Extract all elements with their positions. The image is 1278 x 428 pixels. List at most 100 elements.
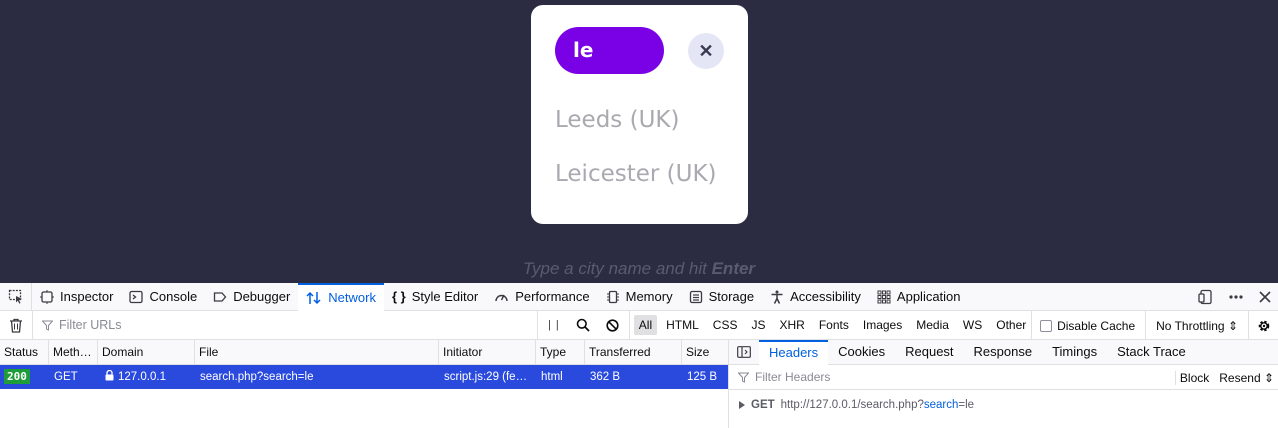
filter-all[interactable]: All	[633, 315, 658, 335]
filter-js[interactable]: JS	[746, 315, 770, 335]
tab-performance[interactable]: Performance	[486, 283, 597, 311]
tab-storage[interactable]: Storage	[681, 283, 763, 311]
devtools-panel: Inspector Console Debugger Network { } S…	[0, 282, 1278, 428]
tab-style-editor[interactable]: { } Style Editor	[384, 283, 486, 311]
toggle-sidebar-button[interactable]	[729, 346, 759, 358]
pause-icon[interactable]: | |	[548, 319, 560, 331]
search-icon[interactable]	[576, 318, 590, 332]
result-item-leicester[interactable]: Leicester (UK)	[555, 161, 717, 187]
tab-stack-trace[interactable]: Stack Trace	[1107, 340, 1196, 365]
filter-xhr[interactable]: XHR	[775, 315, 810, 335]
tab-style-editor-label: Style Editor	[411, 289, 479, 304]
column-domain[interactable]: Domain	[98, 340, 195, 365]
gear-icon	[1258, 320, 1269, 331]
throttling-select[interactable]: No Throttling ⇕	[1145, 311, 1248, 340]
table-row[interactable]: 200 GET 127.0.0.1 search.php?search=le s…	[0, 365, 728, 389]
element-picker-icon	[8, 289, 22, 304]
tab-debugger-label: Debugger	[233, 289, 291, 304]
trash-icon	[10, 318, 22, 333]
result-item-leeds[interactable]: Leeds (UK)	[555, 107, 679, 133]
close-button[interactable]: ✕	[688, 33, 724, 69]
tab-network[interactable]: Network	[298, 282, 384, 311]
request-details-panel: Headers Cookies Request Response Timings…	[728, 339, 1278, 428]
checkbox-box[interactable]	[1040, 319, 1053, 332]
network-tool-icons: | |	[537, 310, 629, 340]
tab-inspector[interactable]: Inspector	[32, 283, 121, 311]
sidebar-toggle-icon	[737, 346, 751, 358]
column-file[interactable]: File	[195, 340, 439, 365]
network-settings-button[interactable]	[1248, 311, 1278, 340]
request-summary-line[interactable]: GET http://127.0.0.1/search.php?search=l…	[729, 390, 1278, 420]
requests-table: Status Meth… Domain File Initiator Type …	[0, 340, 728, 428]
filter-headers-placeholder: Filter Headers	[755, 370, 831, 384]
web-page: le ✕ Leeds (UK) Leicester (UK) Type a ci…	[0, 0, 1278, 283]
header-actions: Block Resend ⇕	[1174, 365, 1274, 390]
disable-cache-label: Disable Cache	[1057, 318, 1136, 333]
tab-memory[interactable]: Memory	[598, 283, 681, 311]
tab-application-label: Application	[896, 289, 961, 304]
request-url: http://127.0.0.1/search.php?search=le	[780, 399, 975, 411]
instruction-hint: Type a city name and hit Enter	[522, 259, 756, 278]
column-status[interactable]: Status	[0, 340, 49, 365]
search-card: le ✕ Leeds (UK) Leicester (UK)	[531, 5, 748, 224]
column-type[interactable]: Type	[536, 340, 585, 365]
tab-memory-label: Memory	[625, 289, 673, 304]
tab-cookies[interactable]: Cookies	[828, 340, 895, 365]
resend-button[interactable]: Resend ⇕	[1219, 371, 1274, 385]
responsive-design-icon[interactable]	[1198, 289, 1214, 305]
column-initiator[interactable]: Initiator	[439, 340, 536, 365]
tab-headers[interactable]: Headers	[759, 339, 829, 365]
disable-cache-checkbox[interactable]: Disable Cache	[1031, 311, 1145, 340]
memory-icon	[606, 290, 619, 303]
inspector-icon	[40, 289, 54, 304]
filter-headers-input[interactable]: Filter Headers Block Resend ⇕	[729, 365, 1278, 390]
close-devtools-icon[interactable]	[1258, 290, 1272, 304]
filter-urls-placeholder: Filter URLs	[59, 318, 122, 332]
tab-request[interactable]: Request	[895, 340, 963, 365]
tab-accessibility[interactable]: Accessibility	[762, 283, 869, 311]
tab-console[interactable]: Console	[121, 283, 205, 311]
tab-response[interactable]: Response	[964, 340, 1043, 365]
search-input[interactable]: le	[555, 27, 664, 74]
filter-html[interactable]: HTML	[661, 315, 704, 335]
filter-media[interactable]: Media	[911, 315, 954, 335]
accessibility-icon	[771, 290, 783, 304]
network-toolbar: Filter URLs | | All HTML CSS JS XHR Font…	[0, 310, 1278, 340]
request-method: GET	[751, 399, 775, 411]
clear-button[interactable]	[0, 318, 32, 333]
filter-fonts[interactable]: Fonts	[814, 315, 854, 335]
tab-application[interactable]: Application	[869, 283, 969, 311]
hint-key: Enter	[711, 259, 756, 278]
block-button[interactable]: Block	[1174, 370, 1209, 385]
storage-icon	[689, 290, 702, 303]
column-size[interactable]: Size	[682, 340, 728, 365]
filter-ws[interactable]: WS	[958, 315, 987, 335]
status-badge: 200	[4, 369, 30, 384]
tab-inspector-label: Inspector	[60, 289, 114, 304]
tab-timings[interactable]: Timings	[1042, 340, 1107, 365]
tab-debugger[interactable]: Debugger	[205, 283, 298, 311]
filter-icon	[42, 320, 53, 331]
block-icon[interactable]	[606, 318, 619, 332]
cell-method: GET	[54, 371, 78, 383]
filter-other[interactable]: Other	[991, 315, 1031, 335]
filter-urls-input[interactable]: Filter URLs	[32, 310, 537, 340]
network-split-view: Status Meth… Domain File Initiator Type …	[0, 339, 1278, 428]
request-type-filters: All HTML CSS JS XHR Fonts Images Media W…	[628, 310, 1031, 340]
cell-file: search.php?search=le	[200, 371, 314, 383]
filter-images[interactable]: Images	[858, 315, 907, 335]
expand-triangle-icon	[739, 401, 745, 409]
cell-initiator[interactable]: script.js:29 (fe…	[439, 365, 536, 389]
cell-transferred: 362 B	[590, 371, 621, 383]
tab-accessibility-label: Accessibility	[790, 289, 861, 304]
cell-status: 200	[0, 365, 49, 389]
performance-icon	[495, 294, 508, 301]
filter-css[interactable]: CSS	[708, 315, 743, 335]
network-icon	[306, 291, 321, 304]
column-transferred[interactable]: Transferred	[585, 340, 682, 365]
column-method[interactable]: Meth…	[49, 340, 98, 365]
details-tabbar: Headers Cookies Request Response Timings…	[729, 339, 1278, 365]
element-picker-button[interactable]	[0, 282, 32, 311]
more-options-icon[interactable]	[1228, 289, 1244, 305]
devtools-tabbar: Inspector Console Debugger Network { } S…	[0, 282, 1278, 311]
